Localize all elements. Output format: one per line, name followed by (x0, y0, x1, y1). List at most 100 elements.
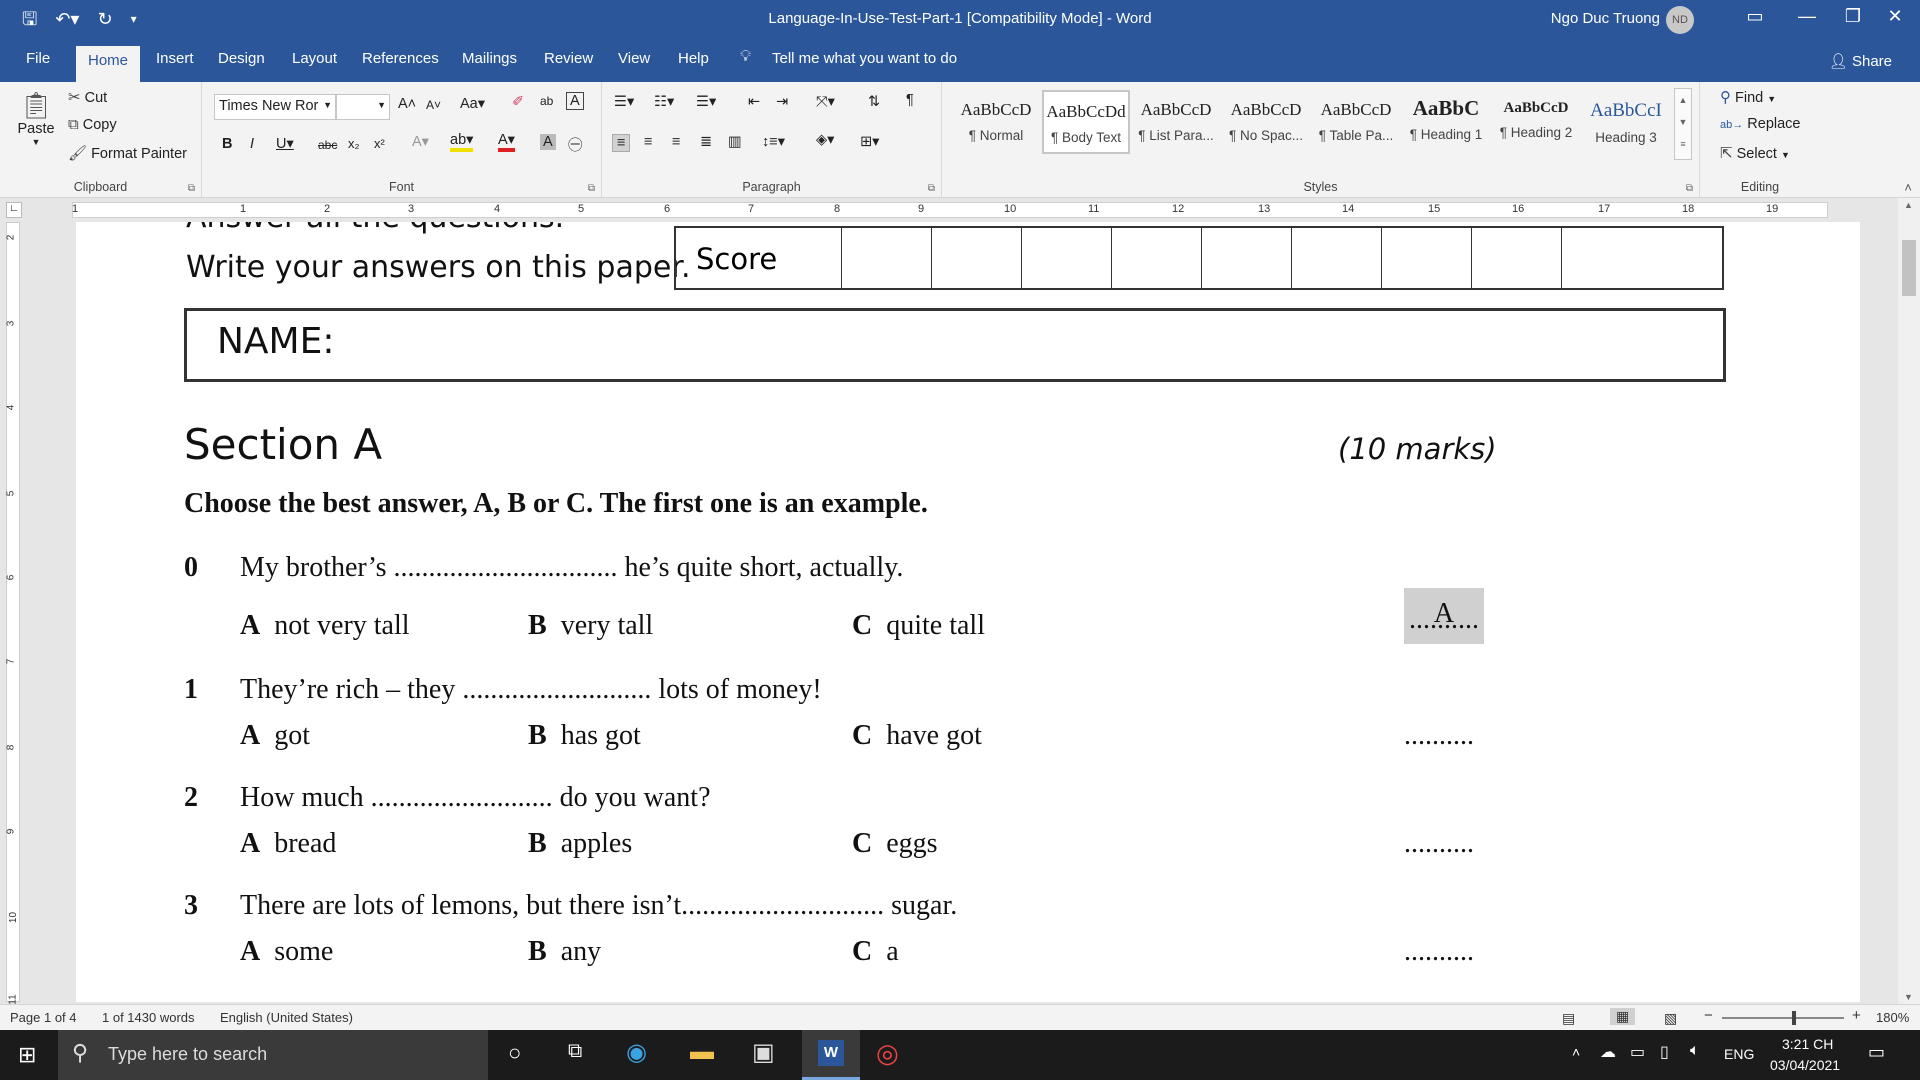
style-heading-3[interactable]: AaBbCcI Heading 3 (1582, 90, 1670, 154)
underline-icon[interactable]: U▾ (276, 136, 294, 152)
chrome-icon[interactable]: ◎ (876, 1038, 899, 1069)
style-heading-2[interactable]: AaBbCcD ¶ Heading 2 (1492, 90, 1580, 154)
select-button[interactable]: ⇱ Select ▼ (1720, 144, 1790, 162)
store-icon[interactable]: ▣ (752, 1038, 775, 1067)
show-hidden-icons-icon[interactable]: ˄ (1572, 1044, 1580, 1060)
phonetic-guide-icon[interactable]: ab (540, 94, 553, 108)
web-layout-icon[interactable]: ▧ (1664, 1010, 1677, 1027)
zoom-out-icon[interactable]: − (1704, 1007, 1713, 1024)
increase-indent-icon[interactable]: ⇥ (776, 94, 788, 110)
horizontal-ruler[interactable]: ∟ 1 1 2 3 4 5 6 7 8 9 10 11 12 13 14 15 16 17 18 19 (0, 198, 1920, 222)
character-shading-icon[interactable]: A (540, 134, 556, 150)
ribbon-display-options-icon[interactable]: ▭ (1740, 6, 1770, 27)
align-left-icon[interactable]: ≡ (612, 134, 631, 152)
file-explorer-icon[interactable]: ▬ (690, 1038, 714, 1066)
styles-scroll[interactable]: ▲ ▼ ≡ (1674, 88, 1692, 160)
collapse-ribbon-icon[interactable]: ˄ (1904, 180, 1912, 195)
font-size-dropdown[interactable]: ▼ (336, 94, 390, 120)
sort-icon[interactable]: ⇅ (868, 94, 880, 110)
taskbar-search-box[interactable]: ⚲ Type here to search (58, 1030, 488, 1080)
language-indicator[interactable]: English (United States) (220, 1010, 353, 1025)
dialog-launcher-icon[interactable]: ⧉ (588, 183, 595, 194)
dialog-launcher-icon[interactable]: ⧉ (928, 183, 935, 194)
multilevel-list-icon[interactable]: ☰▾ (696, 94, 716, 110)
scroll-up-icon[interactable]: ▲ (1904, 200, 1913, 210)
borders-icon[interactable]: ⊞▾ (860, 134, 879, 150)
battery-icon[interactable]: ▭ (1630, 1042, 1645, 1062)
font-color-icon[interactable]: A▾ (498, 132, 515, 152)
vertical-ruler[interactable]: 2 3 4 5 6 7 8 9 10 11 (0, 222, 24, 1005)
distributed-icon[interactable]: ▥ (728, 134, 742, 150)
dialog-launcher-icon[interactable]: ⧉ (1686, 183, 1693, 194)
find-button[interactable]: ⚲ Find ▼ (1720, 88, 1776, 106)
highlight-icon[interactable]: ab▾ (450, 132, 474, 152)
scroll-down-icon[interactable]: ▼ (1904, 992, 1913, 1002)
notifications-icon[interactable]: ▭ (1868, 1042, 1885, 1063)
zoom-in-icon[interactable]: + (1852, 1007, 1861, 1024)
word-taskbar-button[interactable]: W (802, 1030, 860, 1080)
style-body-text[interactable]: AaBbCcDd ¶ Body Text (1042, 90, 1130, 154)
read-mode-icon[interactable]: ▤ (1562, 1010, 1575, 1027)
tab-layout[interactable]: Layout (288, 50, 341, 67)
avatar[interactable]: ND (1666, 6, 1694, 34)
subscript-icon[interactable]: x₂ (348, 136, 360, 151)
bold-icon[interactable]: B (222, 136, 232, 152)
style-list-paragraph[interactable]: AaBbCcD ¶ List Para... (1132, 90, 1220, 154)
page-count[interactable]: Page 1 of 4 (10, 1010, 77, 1025)
scroll-thumb[interactable] (1902, 240, 1916, 296)
style-no-spacing[interactable]: AaBbCcD ¶ No Spac... (1222, 90, 1310, 154)
windows-start-icon[interactable]: ⊞ (18, 1042, 36, 1068)
tab-help[interactable]: Help (674, 50, 713, 67)
clear-formatting-icon[interactable]: ✐ (512, 94, 524, 110)
clock-date[interactable]: 03/04/2021 (1770, 1057, 1840, 1073)
style-normal[interactable]: AaBbCcD ¶ Normal (952, 90, 1040, 154)
align-center-icon[interactable]: ≡ (644, 134, 652, 150)
text-direction-icon[interactable]: ⤧▾ (816, 94, 835, 110)
score-cell[interactable] (1022, 228, 1112, 288)
replace-button[interactable]: ab→ Replace (1720, 116, 1800, 132)
tab-home[interactable]: Home (76, 46, 141, 82)
score-cell[interactable] (1472, 228, 1562, 288)
restore-icon[interactable]: ❐ (1838, 6, 1868, 27)
line-spacing-icon[interactable]: ↕≡▾ (762, 134, 785, 150)
tab-selector-icon[interactable]: ∟ (6, 202, 22, 218)
document-page[interactable]: Answer all the questions. Write your ans… (76, 222, 1860, 1002)
superscript-icon[interactable]: x² (374, 136, 385, 151)
justify-icon[interactable]: ≣ (700, 134, 712, 150)
document-area[interactable]: Answer all the questions. Write your ans… (26, 222, 1898, 1002)
score-cell[interactable] (1292, 228, 1382, 288)
dialog-launcher-icon[interactable]: ⧉ (188, 183, 195, 194)
format-painter-button[interactable]: 🖌︎ Format Painter (68, 144, 187, 162)
close-icon[interactable]: ✕ (1880, 6, 1910, 27)
example-answer-box[interactable]: A.......... (1404, 588, 1484, 644)
edge-icon[interactable]: ◉ (626, 1038, 647, 1067)
style-table-paragraph[interactable]: AaBbCcD ¶ Table Pa... (1312, 90, 1400, 154)
copy-button[interactable]: ⧉ Copy (68, 116, 117, 133)
change-case-icon[interactable]: Aa▾ (460, 96, 485, 112)
vertical-scrollbar[interactable]: ▲ ▼ (1898, 198, 1920, 1004)
strikethrough-icon[interactable]: abc (318, 138, 337, 152)
word-count[interactable]: 1 of 1430 words (102, 1010, 195, 1025)
zoom-level[interactable]: 180% (1876, 1010, 1909, 1025)
shading-icon[interactable]: ◈▾ (816, 132, 834, 148)
user-name[interactable]: Ngo Duc Truong (1551, 10, 1660, 27)
enclose-characters-icon[interactable]: ㊀ (568, 134, 583, 155)
share-button[interactable]: 👤︎ Share (1829, 52, 1892, 70)
answer-blank[interactable]: .......... (1404, 720, 1474, 752)
answer-blank[interactable]: .......... (1404, 828, 1474, 860)
decrease-indent-icon[interactable]: ⇤ (748, 94, 760, 110)
score-cell[interactable] (1202, 228, 1292, 288)
grow-font-icon[interactable]: A˄ (398, 96, 416, 112)
score-cell[interactable] (1382, 228, 1472, 288)
tab-file[interactable]: File (22, 50, 54, 67)
task-view-icon[interactable]: ⧉ (568, 1040, 582, 1063)
tab-view[interactable]: View (614, 50, 654, 67)
tab-mailings[interactable]: Mailings (458, 50, 521, 67)
tab-design[interactable]: Design (214, 50, 269, 67)
print-layout-icon[interactable]: ▦ (1610, 1008, 1636, 1025)
tab-review[interactable]: Review (540, 50, 597, 67)
paste-button[interactable]: 📋︎ Paste ▼ (16, 90, 56, 147)
tell-me-input[interactable]: Tell me what you want to do (772, 50, 957, 67)
score-cell[interactable] (1112, 228, 1202, 288)
tab-insert[interactable]: Insert (152, 50, 198, 67)
